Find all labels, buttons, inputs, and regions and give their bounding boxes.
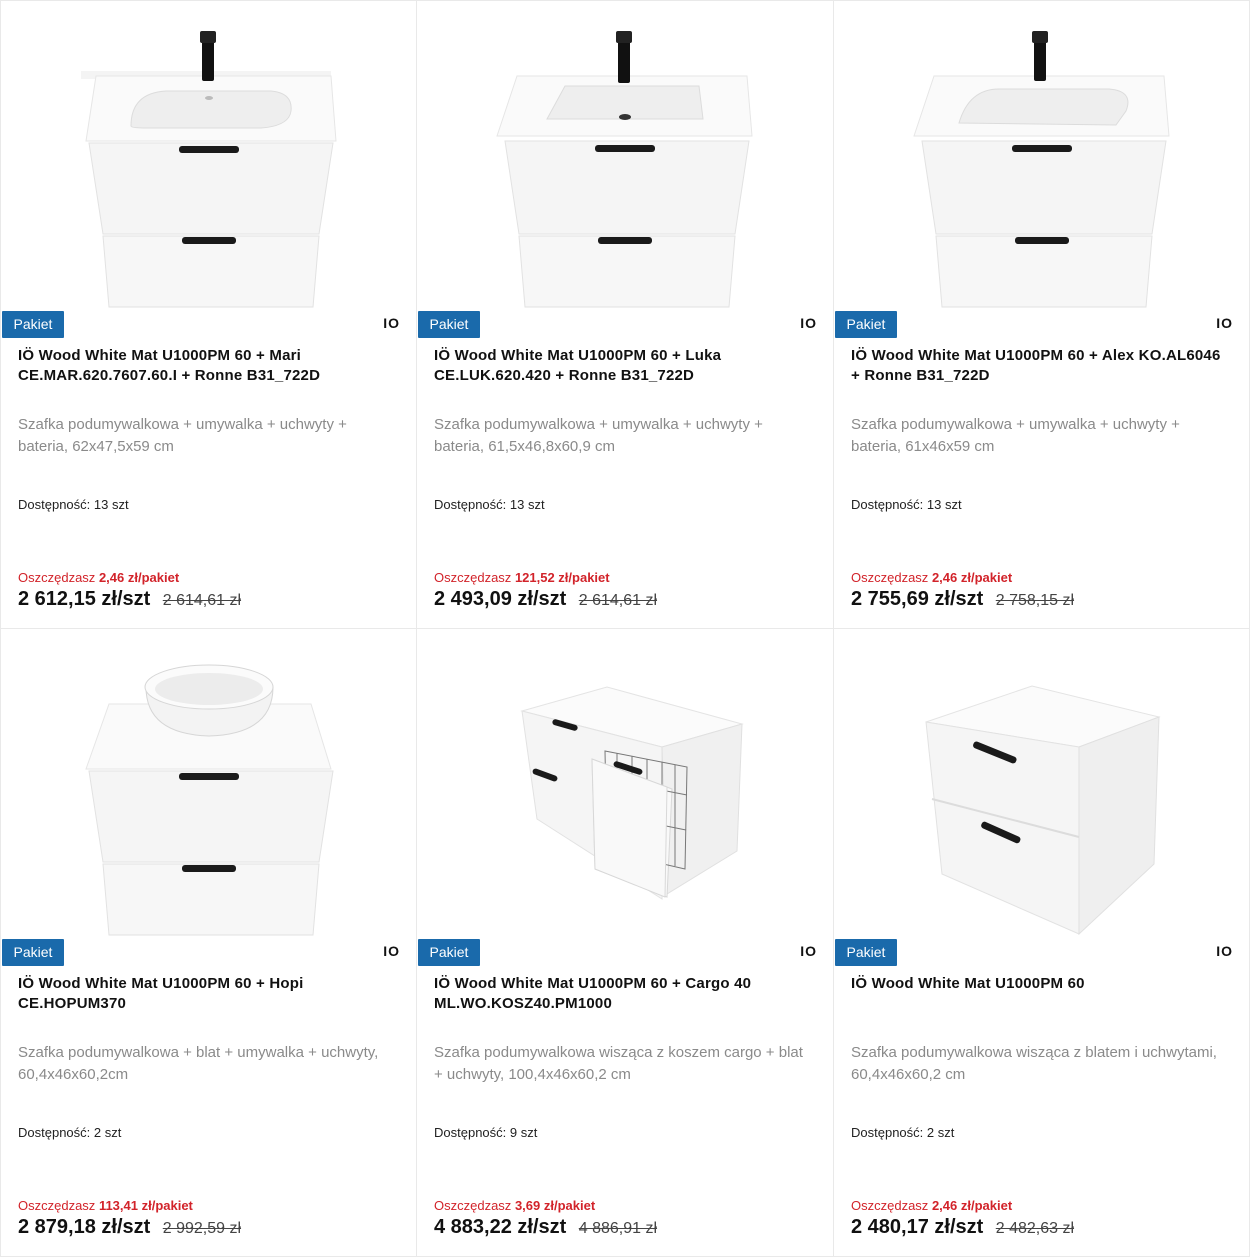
savings: Oszczędzasz 3,69 zł/pakiet xyxy=(434,1198,595,1213)
savings-label: Oszczędzasz xyxy=(434,1198,512,1213)
product-card[interactable]: Pakiet IO IÖ Wood White Mat U1000PM 60 +… xyxy=(1,629,416,1256)
old-price: 2 482,63 zł xyxy=(995,1220,1075,1237)
product-card[interactable]: Pakiet IO IÖ Wood White Mat U1000PM 60 +… xyxy=(1,1,416,628)
savings-label: Oszczędzasz xyxy=(851,1198,929,1213)
pakiet-badge: Pakiet xyxy=(2,939,64,966)
product-description: Szafka podumywalkowa wisząca z koszem ca… xyxy=(434,1044,803,1083)
product-card[interactable]: Pakiet IO IÖ Wood White Mat U1000PM 60 +… xyxy=(417,629,833,1256)
availability-label: Dostępność: xyxy=(434,497,507,512)
pakiet-badge: Pakiet xyxy=(835,939,897,966)
product-image[interactable] xyxy=(1,1,416,311)
old-price: 4 886,91 zł xyxy=(578,1220,658,1237)
current-price: 2 755,69 zł/szt xyxy=(851,588,984,610)
savings-value: 2,46 zł/pakiet xyxy=(931,570,1013,585)
availability-label: Dostępność: xyxy=(18,497,91,512)
availability: Dostępność: 2 szt xyxy=(851,1125,954,1140)
product-description: Szafka podumywalkowa wisząca z blatem i … xyxy=(851,1044,1217,1083)
product-card[interactable]: Pakiet IO IÖ Wood White Mat U1000PM 60 +… xyxy=(417,1,833,628)
availability-label: Dostępność: xyxy=(434,1125,507,1140)
current-price: 2 480,17 zł/szt xyxy=(851,1216,984,1238)
savings: Oszczędzasz 121,52 zł/pakiet xyxy=(434,570,610,585)
pakiet-badge: Pakiet xyxy=(2,311,64,338)
savings-label: Oszczędzasz xyxy=(18,1198,96,1213)
availability-value: 13 szt xyxy=(926,497,962,512)
availability-value: 13 szt xyxy=(93,497,129,512)
product-title[interactable]: IÖ Wood White Mat U1000PM 60 + Hopi CE.H… xyxy=(18,974,396,1014)
availability: Dostępność: 2 szt xyxy=(18,1125,121,1140)
brand-logo: IO xyxy=(1216,943,1233,959)
old-price: 2 758,15 zł xyxy=(995,592,1075,609)
price-block: 2 493,09 zł/szt 2 614,61 zł xyxy=(434,588,657,611)
current-price: 2 612,15 zł/szt xyxy=(18,588,151,610)
brand-logo: IO xyxy=(800,315,817,331)
price-block: 2 612,15 zł/szt 2 614,61 zł xyxy=(18,588,241,611)
price-block: 2 755,69 zł/szt 2 758,15 zł xyxy=(851,588,1074,611)
availability-label: Dostępność: xyxy=(18,1125,91,1140)
brand-logo: IO xyxy=(383,943,400,959)
old-price: 2 614,61 zł xyxy=(578,592,658,609)
product-image[interactable] xyxy=(834,1,1249,311)
availability-label: Dostępność: xyxy=(851,1125,924,1140)
product-title[interactable]: IÖ Wood White Mat U1000PM 60 + Mari CE.M… xyxy=(18,346,396,386)
old-price: 2 992,59 zł xyxy=(162,1220,242,1237)
price-block: 2 879,18 zł/szt 2 992,59 zł xyxy=(18,1216,241,1239)
savings: Oszczędzasz 113,41 zł/pakiet xyxy=(18,1198,193,1213)
pakiet-badge: Pakiet xyxy=(418,939,480,966)
product-image[interactable] xyxy=(417,629,833,939)
availability-value: 2 szt xyxy=(93,1125,122,1140)
savings: Oszczędzasz 2,46 zł/pakiet xyxy=(18,570,179,585)
product-card[interactable]: Pakiet IO IÖ Wood White Mat U1000PM 60 +… xyxy=(834,1,1249,628)
product-title[interactable]: IÖ Wood White Mat U1000PM 60 + Luka CE.L… xyxy=(434,346,813,386)
savings-value: 121,52 zł/pakiet xyxy=(514,570,610,585)
savings-value: 2,46 zł/pakiet xyxy=(98,570,180,585)
product-image[interactable] xyxy=(834,629,1249,939)
current-price: 4 883,22 zł/szt xyxy=(434,1216,567,1238)
availability-value: 2 szt xyxy=(926,1125,955,1140)
product-card[interactable]: Pakiet IO IÖ Wood White Mat U1000PM 60 S… xyxy=(834,629,1249,1256)
product-title[interactable]: IÖ Wood White Mat U1000PM 60 xyxy=(851,974,1229,994)
savings-value: 2,46 zł/pakiet xyxy=(931,1198,1013,1213)
product-image[interactable] xyxy=(417,1,833,311)
price-block: 2 480,17 zł/szt 2 482,63 zł xyxy=(851,1216,1074,1239)
availability: Dostępność: 13 szt xyxy=(18,497,129,512)
product-title[interactable]: IÖ Wood White Mat U1000PM 60 + Alex KO.A… xyxy=(851,346,1229,386)
product-description: Szafka podumywalkowa + umywalka + uchwyt… xyxy=(18,416,347,455)
availability-label: Dostępność: xyxy=(851,497,924,512)
availability-value: 13 szt xyxy=(509,497,545,512)
pakiet-badge: Pakiet xyxy=(835,311,897,338)
savings-value: 113,41 zł/pakiet xyxy=(98,1198,193,1213)
product-description: Szafka podumywalkowa + blat + umywalka +… xyxy=(18,1044,379,1083)
product-image[interactable] xyxy=(1,629,416,939)
old-price: 2 614,61 zł xyxy=(162,592,242,609)
product-grid: Pakiet IO IÖ Wood White Mat U1000PM 60 +… xyxy=(0,0,1250,1257)
price-block: 4 883,22 zł/szt 4 886,91 zł xyxy=(434,1216,657,1239)
current-price: 2 493,09 zł/szt xyxy=(434,588,567,610)
current-price: 2 879,18 zł/szt xyxy=(18,1216,151,1238)
brand-logo: IO xyxy=(383,315,400,331)
savings: Oszczędzasz 2,46 zł/pakiet xyxy=(851,570,1012,585)
brand-logo: IO xyxy=(1216,315,1233,331)
savings-label: Oszczędzasz xyxy=(851,570,929,585)
brand-logo: IO xyxy=(800,943,817,959)
product-description: Szafka podumywalkowa + umywalka + uchwyt… xyxy=(851,416,1180,455)
product-description: Szafka podumywalkowa + umywalka + uchwyt… xyxy=(434,416,763,455)
pakiet-badge: Pakiet xyxy=(418,311,480,338)
savings-value: 3,69 zł/pakiet xyxy=(514,1198,596,1213)
availability: Dostępność: 9 szt xyxy=(434,1125,537,1140)
availability: Dostępność: 13 szt xyxy=(851,497,962,512)
savings-label: Oszczędzasz xyxy=(18,570,96,585)
availability-value: 9 szt xyxy=(509,1125,538,1140)
product-title[interactable]: IÖ Wood White Mat U1000PM 60 + Cargo 40 … xyxy=(434,974,813,1014)
savings-label: Oszczędzasz xyxy=(434,570,512,585)
savings: Oszczędzasz 2,46 zł/pakiet xyxy=(851,1198,1012,1213)
availability: Dostępność: 13 szt xyxy=(434,497,545,512)
